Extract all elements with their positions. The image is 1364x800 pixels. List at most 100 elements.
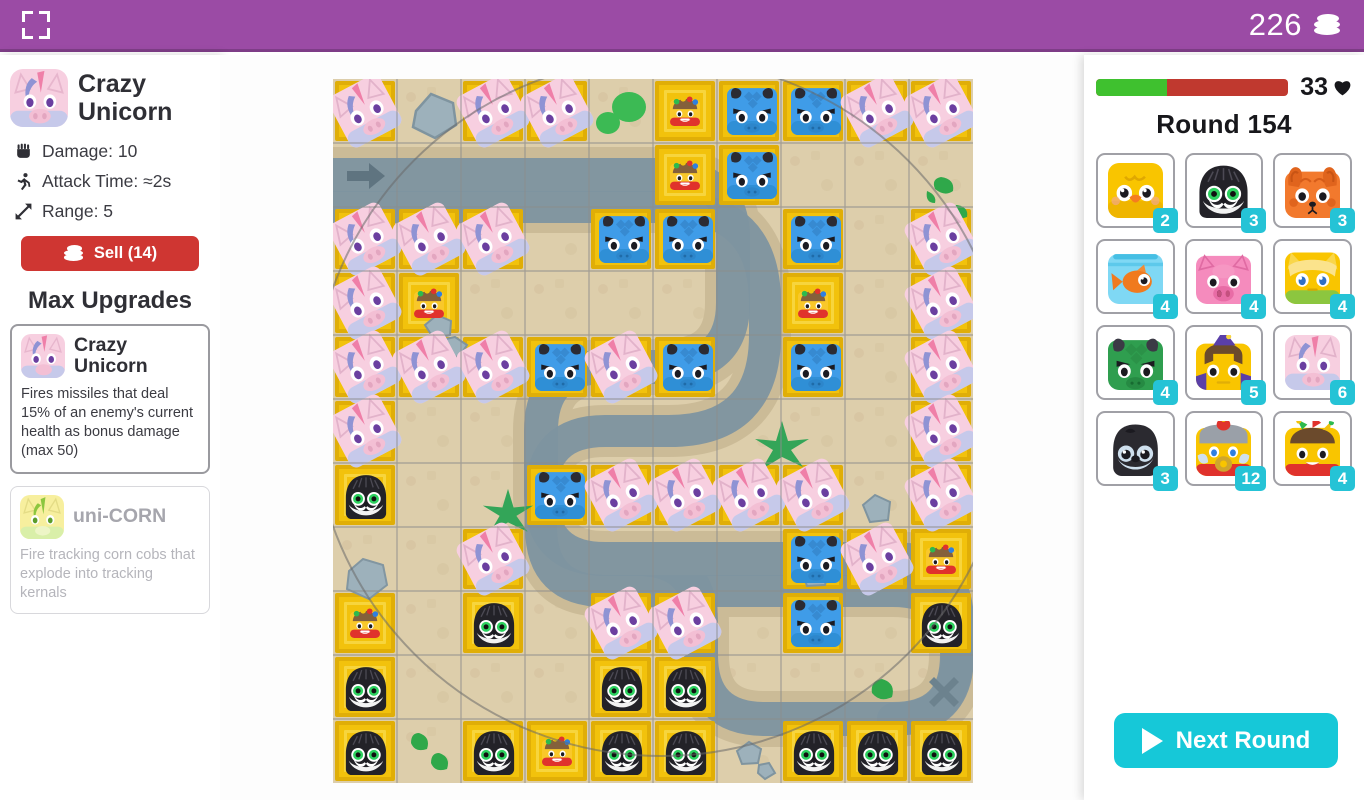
board-cell-tower-clown[interactable] — [781, 271, 845, 335]
tower-plot[interactable] — [392, 330, 466, 404]
board-cell-tower-owl[interactable] — [589, 719, 653, 783]
board-cell-tower-unicorn[interactable] — [904, 266, 973, 340]
tower-plot[interactable] — [904, 458, 973, 532]
tower-plot[interactable] — [527, 721, 587, 781]
board-cell-tower-unicorn[interactable] — [840, 522, 914, 596]
tower-plot[interactable] — [591, 657, 651, 717]
board-cell-tower-clown[interactable] — [909, 527, 973, 591]
shop-card-pig[interactable]: 4 — [1184, 239, 1267, 319]
board-cell-tower-unicorn[interactable] — [333, 394, 402, 468]
tower-plot[interactable] — [527, 465, 587, 525]
tower-plot[interactable] — [712, 458, 786, 532]
tower-plot[interactable] — [783, 529, 843, 589]
board-cell-tower-unicorn[interactable] — [520, 79, 594, 148]
tower-plot[interactable] — [584, 330, 658, 404]
board-cell-tower-owl[interactable] — [461, 591, 525, 655]
shop-card-wizard[interactable]: 5 — [1184, 325, 1267, 405]
shop-card-penguin[interactable]: 3 — [1096, 411, 1178, 491]
tower-plot[interactable] — [911, 593, 971, 653]
board-cell-tower-unicorn[interactable] — [456, 202, 530, 276]
board-cell-tower-dragon[interactable] — [653, 335, 717, 399]
sell-button[interactable]: Sell (14) — [21, 236, 199, 271]
tower-plot[interactable] — [333, 79, 402, 148]
tower-plot[interactable] — [655, 81, 715, 141]
board-cell-tower-clown[interactable] — [525, 719, 589, 783]
board-cell-tower-unicorn[interactable] — [456, 79, 530, 148]
tower-plot[interactable] — [655, 721, 715, 781]
tower-plot[interactable] — [776, 458, 850, 532]
tower-plot[interactable] — [648, 458, 722, 532]
tower-plot[interactable] — [783, 209, 843, 269]
board-cell-tower-unicorn[interactable] — [904, 394, 973, 468]
tower-plot[interactable] — [655, 657, 715, 717]
board-cell-tower-dragon[interactable] — [589, 207, 653, 271]
tower-plot[interactable] — [333, 266, 402, 340]
board-cell-tower-unicorn[interactable] — [840, 79, 914, 148]
board-cell-tower-unicorn[interactable] — [392, 202, 466, 276]
tower-plot[interactable] — [840, 79, 914, 148]
tower-plot[interactable] — [584, 458, 658, 532]
board-cell-tower-owl[interactable] — [333, 719, 397, 783]
tower-plot[interactable] — [333, 330, 402, 404]
board-cell-tower-unicorn[interactable] — [333, 79, 402, 148]
tower-plot[interactable] — [911, 721, 971, 781]
board-cell-tower-owl[interactable] — [333, 463, 397, 527]
board-cell-tower-owl[interactable] — [781, 719, 845, 783]
board-cell-tower-unicorn[interactable] — [584, 586, 658, 660]
tower-plot[interactable] — [719, 145, 779, 205]
board-cell-tower-owl[interactable] — [653, 719, 717, 783]
shop-card-owl[interactable]: 3 — [1184, 153, 1267, 233]
tower-plot[interactable] — [904, 330, 973, 404]
board-cell-tower-dragon[interactable] — [781, 79, 845, 143]
shop-card-chick[interactable]: 2 — [1096, 153, 1178, 233]
tower-plot[interactable] — [783, 337, 843, 397]
tower-plot[interactable] — [847, 721, 907, 781]
tower-plot[interactable] — [783, 273, 843, 333]
tower-plot[interactable] — [840, 522, 914, 596]
board-cell-tower-dragon[interactable] — [781, 335, 845, 399]
tower-plot[interactable] — [783, 81, 843, 141]
board-cell-tower-dragon[interactable] — [525, 335, 589, 399]
tower-plot[interactable] — [783, 593, 843, 653]
board-cell-tower-unicorn[interactable] — [333, 266, 402, 340]
shop-card-squirrel[interactable]: 3 — [1273, 153, 1355, 233]
board-cell-tower-unicorn[interactable] — [904, 79, 973, 148]
tower-plot[interactable] — [335, 721, 395, 781]
board-cell-tower-unicorn[interactable] — [648, 458, 722, 532]
tower-plot[interactable] — [333, 202, 402, 276]
tower-plot[interactable] — [655, 209, 715, 269]
tower-plot[interactable] — [904, 394, 973, 468]
tower-plot[interactable] — [911, 529, 971, 589]
upgrade-card-uni-corn[interactable]: uni-CORN Fire tracking corn cobs that ex… — [10, 485, 210, 614]
tower-plot[interactable] — [591, 209, 651, 269]
tower-plot[interactable] — [527, 337, 587, 397]
shop-card-unicorn[interactable]: 6 — [1273, 325, 1355, 405]
board-cell-tower-owl[interactable] — [845, 719, 909, 783]
tower-plot[interactable] — [904, 266, 973, 340]
tower-plot[interactable] — [520, 79, 594, 148]
board-cell-tower-owl[interactable] — [333, 655, 397, 719]
board-cell-tower-unicorn[interactable] — [904, 330, 973, 404]
shop-card-dragon[interactable]: 4 — [1096, 325, 1178, 405]
board-cell-tower-owl[interactable] — [909, 591, 973, 655]
board-cell-tower-clown[interactable] — [653, 79, 717, 143]
tower-plot[interactable] — [719, 81, 779, 141]
board-cell-tower-owl[interactable] — [461, 719, 525, 783]
board-cell-tower-owl[interactable] — [589, 655, 653, 719]
tower-plot[interactable] — [783, 721, 843, 781]
tower-plot[interactable] — [655, 337, 715, 397]
tower-plot[interactable] — [456, 202, 530, 276]
tower-plot[interactable] — [456, 330, 530, 404]
shop-card-jester[interactable]: 4 — [1273, 411, 1355, 491]
board-cell-tower-dragon[interactable] — [781, 527, 845, 591]
tower-plot[interactable] — [456, 79, 530, 148]
board-cell-tower-dragon[interactable] — [653, 207, 717, 271]
tower-plot[interactable] — [392, 202, 466, 276]
tower-plot[interactable] — [904, 79, 973, 148]
board-cell-tower-unicorn[interactable] — [904, 458, 973, 532]
board-cell-tower-owl[interactable] — [653, 655, 717, 719]
board-cell-tower-unicorn[interactable] — [776, 458, 850, 532]
board-cell-tower-dragon[interactable] — [717, 79, 781, 143]
board-cell-tower-unicorn[interactable] — [584, 458, 658, 532]
tower-plot[interactable] — [335, 657, 395, 717]
